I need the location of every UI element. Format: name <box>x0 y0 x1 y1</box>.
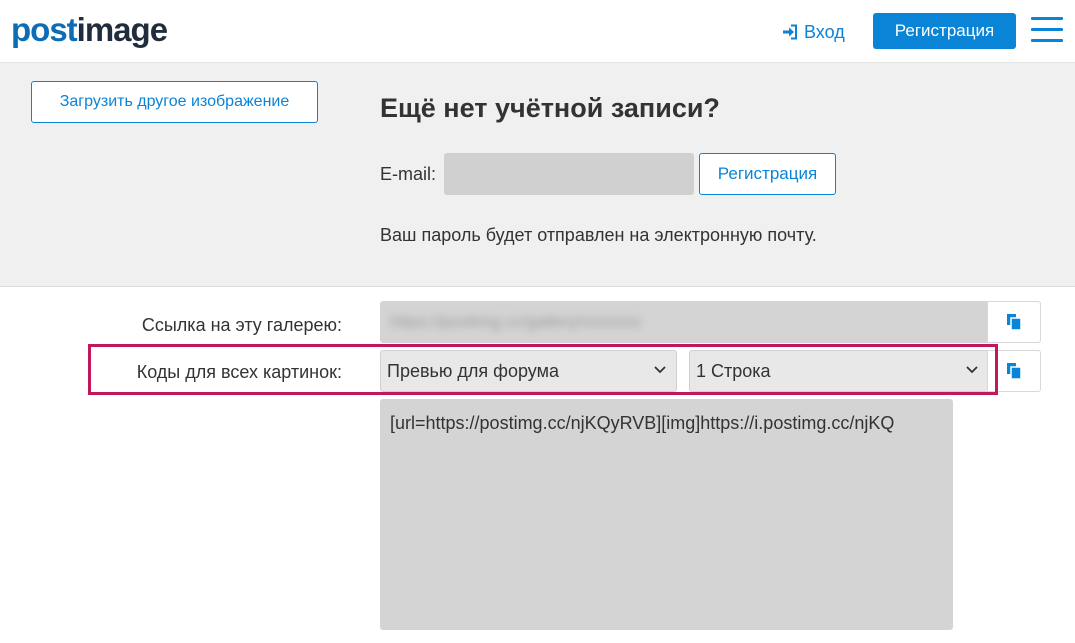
gallery-link-value: https://postimg.cc/gallery/xxxxxxx <box>390 312 642 331</box>
hamburger-menu-icon[interactable] <box>1031 17 1063 43</box>
codes-row-highlight <box>88 344 998 395</box>
copy-icon <box>1007 314 1022 331</box>
login-link[interactable]: Вход <box>782 20 845 44</box>
sign-in-icon <box>783 24 797 40</box>
codes-textarea[interactable]: [url=https://postimg.cc/njKQyRVB][img]ht… <box>380 399 953 630</box>
panel-register-button[interactable]: Регистрация <box>699 153 836 195</box>
top-header: postimage Вход Регистрация <box>0 0 1075 63</box>
register-button[interactable]: Регистрация <box>873 13 1016 49</box>
login-label: Вход <box>804 21 845 42</box>
logo-post-text: post <box>11 11 78 48</box>
email-input[interactable] <box>444 153 694 195</box>
no-account-heading: Ещё нет учётной записи? <box>380 93 720 123</box>
logo-image-text: image <box>76 11 168 48</box>
postimage-logo[interactable]: postimage <box>11 10 168 50</box>
gallery-link-label: Ссылка на эту галерею: <box>141 315 342 335</box>
gallery-link-field[interactable]: https://postimg.cc/gallery/xxxxxxx <box>380 301 987 343</box>
copy-gallery-link-button[interactable] <box>987 301 1041 343</box>
password-note: Ваш пароль будет отправлен на электронну… <box>380 225 817 245</box>
copy-icon <box>1007 363 1022 380</box>
email-label: E-mail: <box>380 164 437 184</box>
codes-text: [url=https://postimg.cc/njKQyRVB][img]ht… <box>390 413 895 433</box>
upload-another-button[interactable]: Загрузить другое изображение <box>31 81 318 123</box>
